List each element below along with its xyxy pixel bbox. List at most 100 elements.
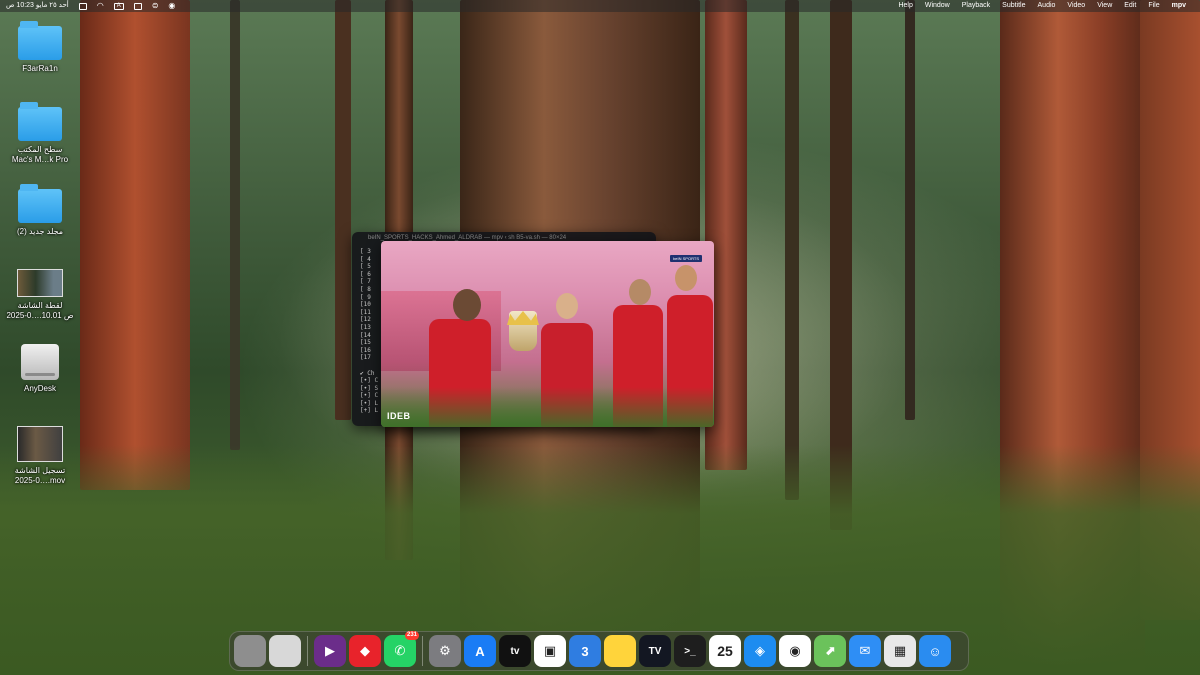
menu-playback[interactable]: Playback — [962, 0, 990, 12]
dock-file[interactable] — [269, 635, 301, 667]
notification-badge: 231 — [404, 631, 419, 640]
screenshot-thumbnail — [17, 269, 63, 297]
menu-audio[interactable]: Audio — [1038, 0, 1056, 12]
dock-whatsapp[interactable]: ✆ 231 — [384, 631, 419, 667]
menu-view[interactable]: View — [1097, 0, 1112, 12]
maps-icon: ⬈ — [824, 643, 836, 658]
app-name-menu[interactable]: mpv — [1172, 0, 1186, 12]
menu-edit[interactable]: Edit — [1124, 0, 1136, 12]
control-center-icon[interactable]: ⊜ — [152, 0, 159, 12]
terminal-line: [ 9 — [360, 293, 371, 301]
tree-trunk — [230, 0, 240, 450]
compass-icon: ◈ — [755, 643, 765, 658]
media-icon[interactable]: ◉ — [168, 0, 175, 12]
dock-apple-tv[interactable]: tv — [499, 635, 531, 667]
desktop-anydesk-volume[interactable]: AnyDesk — [3, 344, 77, 394]
terminal-line: [ 7 — [360, 278, 371, 286]
dock-calendar[interactable]: 25 — [709, 635, 741, 667]
terminal-line: ✔ Ch — [360, 369, 375, 377]
dock-separator — [422, 636, 423, 666]
three-icon: 3 — [581, 643, 589, 659]
dock-trash[interactable] — [234, 635, 266, 667]
calendar-icon: 25 — [717, 643, 733, 659]
tree-trunk — [905, 0, 915, 420]
dock-system-settings[interactable]: ⚙ — [429, 635, 461, 667]
terminal-line: [•] C — [360, 392, 379, 400]
folder-icon — [18, 102, 62, 141]
dock-3uTools[interactable]: 3 — [569, 635, 601, 667]
mpv-video-window[interactable]: beIN SPORTS IDEB — [381, 241, 714, 427]
screen-record-icon[interactable] — [78, 2, 87, 10]
player-head — [629, 279, 651, 305]
overlay-logo: IDEB — [387, 411, 411, 421]
terminal-line: [ 4 — [360, 255, 371, 263]
dock-mail[interactable]: ✉ — [849, 635, 881, 667]
desktop-folder-new[interactable]: مجلد جديد (2) — [3, 184, 77, 237]
dock-chrome[interactable]: ◉ — [779, 635, 811, 667]
gear-icon: ⚙ — [439, 643, 451, 658]
folder-icon — [18, 21, 62, 60]
desktop-item-label: AnyDesk — [23, 384, 56, 393]
player-head — [556, 293, 578, 319]
menu-file[interactable]: File — [1148, 0, 1159, 12]
desktop-item-label: تسجيل الشاشة 2025-0….mov — [14, 466, 66, 485]
menu-window[interactable]: Window — [925, 0, 950, 12]
menu-video[interactable]: Video — [1067, 0, 1085, 12]
dock-launchpad[interactable]: ▦ — [884, 635, 916, 667]
video-thumbnail — [17, 426, 63, 462]
dock-notes[interactable] — [604, 635, 636, 667]
chrome-icon: ◉ — [789, 643, 801, 658]
terminal-line: [•] S — [360, 384, 379, 392]
desktop-folder-f3arra1n[interactable]: F3arRa1n — [3, 21, 77, 74]
desktop-folder-desktop[interactable]: سطح المكتب Mac's M…k Pro — [3, 102, 77, 165]
terminal-line: [16 — [360, 346, 371, 354]
desktop-screen-recording-file[interactable]: تسجيل الشاشة 2025-0….mov — [3, 426, 77, 486]
app-menus: Help Window Playback Subtitle Audio Vide… — [898, 0, 1200, 12]
terminal-line: [ 8 — [360, 285, 371, 293]
dock-safari[interactable]: ◈ — [744, 635, 776, 667]
terminal-line: [14 — [360, 331, 371, 339]
desktop-item-label: مجلد جديد (2) — [16, 227, 64, 236]
terminal-line: [•] L — [360, 399, 379, 407]
wifi-icon[interactable]: ◠ — [97, 0, 104, 12]
terminal-icon: >_ — [684, 645, 696, 657]
player-head — [453, 289, 481, 321]
tradingview-icon: TV — [648, 645, 662, 657]
terminal-line: [12 — [360, 316, 371, 324]
dock-maps[interactable]: ⬈ — [814, 635, 846, 667]
terminal-output[interactable]: [ 3[ 4[ 5[ 6[ 7[ 8[ 9 [10 [11 [12 [13 [14 [15[… — [360, 248, 378, 415]
drive-icon — [21, 344, 59, 380]
terminal-line: [10 — [360, 301, 371, 309]
app-store-icon: A — [475, 643, 485, 659]
desktop-item-label: F3arRa1n — [22, 64, 58, 73]
dock-tradingview[interactable]: TV — [639, 635, 671, 667]
terminal-line: [•] C — [360, 377, 379, 385]
dock-screen-share[interactable]: ▣ — [534, 635, 566, 667]
anydesk-icon: ◆ — [360, 643, 370, 658]
play-circle-icon: ▶ — [325, 643, 335, 658]
finder-icon: ☺ — [928, 643, 942, 659]
menu-help[interactable]: Help — [898, 0, 912, 12]
tree-trunk — [80, 0, 190, 490]
dock-infuse[interactable]: ▶ — [314, 635, 346, 667]
desktop-item-label: سطح المكتب Mac's M…k Pro — [11, 145, 69, 164]
desktop-item-label: لقطة الشاشة 2025-0….10.01 ص — [6, 301, 74, 320]
grid-icon: ▦ — [893, 643, 907, 658]
remote-desktop-icon: ▣ — [543, 643, 557, 658]
tv-icon: tv — [510, 645, 520, 657]
dock-finder[interactable]: ☺ — [919, 635, 951, 667]
menu-subtitle[interactable]: Subtitle — [1002, 0, 1025, 12]
dock-separator — [307, 636, 308, 666]
desktop-screenshot-file[interactable]: لقطة الشاشة 2025-0….10.01 ص — [3, 269, 77, 321]
stage-manager-icon[interactable] — [133, 2, 142, 10]
clock[interactable]: أحد ٢٥ مايو 10:23 ص — [6, 0, 69, 12]
dock-anydesk[interactable]: ◆ — [349, 635, 381, 667]
channel-badge: beIN SPORTS — [670, 255, 702, 262]
input-source-icon[interactable]: A — [113, 2, 124, 10]
tree-trunk — [785, 0, 799, 500]
terminal-line: [15 — [360, 339, 371, 347]
folder-icon — [18, 184, 62, 223]
terminal-line: [ 3 — [360, 248, 371, 255]
dock-app-store[interactable]: A — [464, 635, 496, 667]
dock-terminal[interactable]: >_ — [674, 635, 706, 667]
